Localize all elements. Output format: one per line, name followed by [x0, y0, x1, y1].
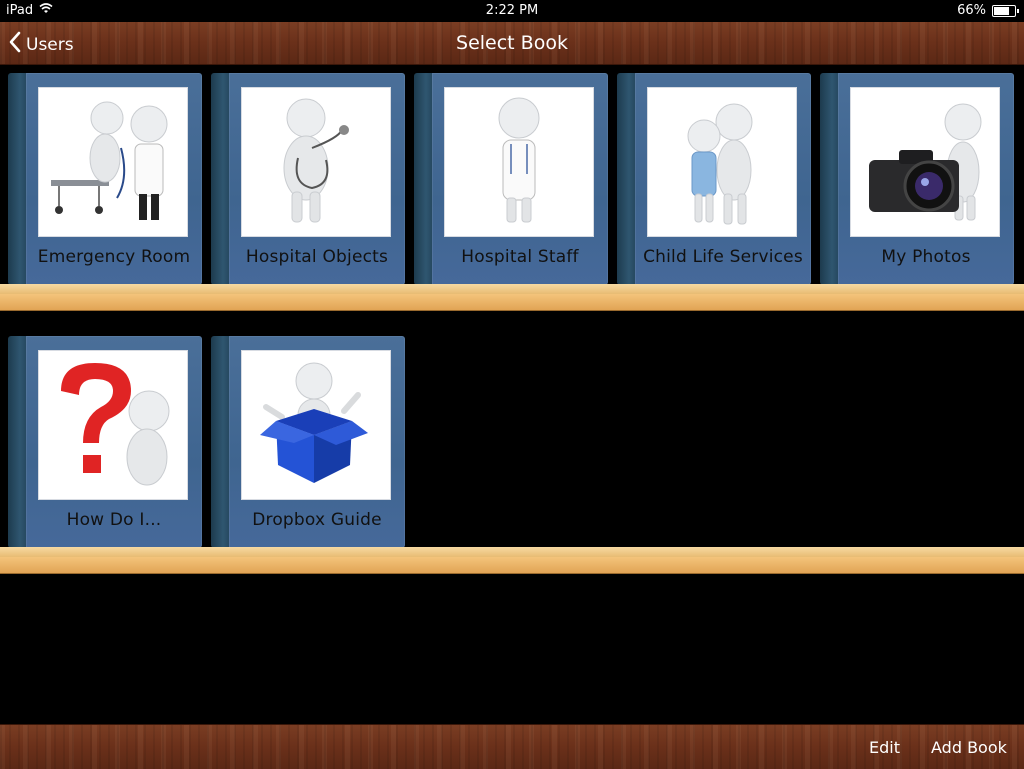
- adult-child-illustration: [647, 87, 797, 237]
- emergency-room-illustration: [38, 87, 188, 237]
- book-title: Emergency Room: [37, 247, 191, 267]
- book-child-life-services[interactable]: Child Life Services: [617, 73, 811, 285]
- book-hospital-staff[interactable]: Hospital Staff: [414, 73, 608, 285]
- book-emergency-room[interactable]: Emergency Room: [8, 73, 202, 285]
- book-spine: [8, 336, 28, 548]
- status-bar: iPad 2:22 PM 66%: [0, 0, 1024, 22]
- book-title: Hospital Staff: [461, 247, 579, 267]
- book-hospital-objects[interactable]: Hospital Objects: [211, 73, 405, 285]
- book-dropbox-guide[interactable]: Dropbox Guide: [211, 336, 405, 548]
- book-title: Hospital Objects: [245, 247, 389, 267]
- status-right: 66%: [957, 3, 1019, 18]
- shelf: [0, 284, 1024, 311]
- book-spine: [617, 73, 637, 285]
- book-title: How Do I...: [66, 510, 162, 530]
- page-title: Select Book: [456, 32, 568, 54]
- stethoscope-person-illustration: [241, 87, 391, 237]
- book-title: My Photos: [881, 247, 971, 267]
- edit-button[interactable]: Edit: [869, 738, 900, 757]
- book-spine: [211, 336, 231, 548]
- status-time: 2:22 PM: [485, 3, 539, 18]
- book-spine: [820, 73, 840, 285]
- doctor-illustration: [444, 87, 594, 237]
- bottom-toolbar: Edit Add Book: [0, 724, 1024, 769]
- book-spine: [211, 73, 231, 285]
- navigation-bar: Users Select Book: [0, 22, 1024, 65]
- book-my-photos[interactable]: My Photos: [820, 73, 1014, 285]
- book-title: Child Life Services: [643, 247, 803, 267]
- book-how-do-i[interactable]: How Do I...: [8, 336, 202, 548]
- camera-illustration: [850, 87, 1000, 237]
- battery-percent: 66%: [957, 3, 986, 18]
- question-mark-illustration: [38, 350, 188, 500]
- book-title: Dropbox Guide: [252, 510, 382, 530]
- book-spine: [8, 73, 28, 285]
- battery-icon: [992, 4, 1019, 17]
- shelf: [0, 547, 1024, 574]
- add-book-button[interactable]: Add Book: [931, 738, 1007, 757]
- book-spine: [414, 73, 434, 285]
- blue-box-illustration: [241, 350, 391, 500]
